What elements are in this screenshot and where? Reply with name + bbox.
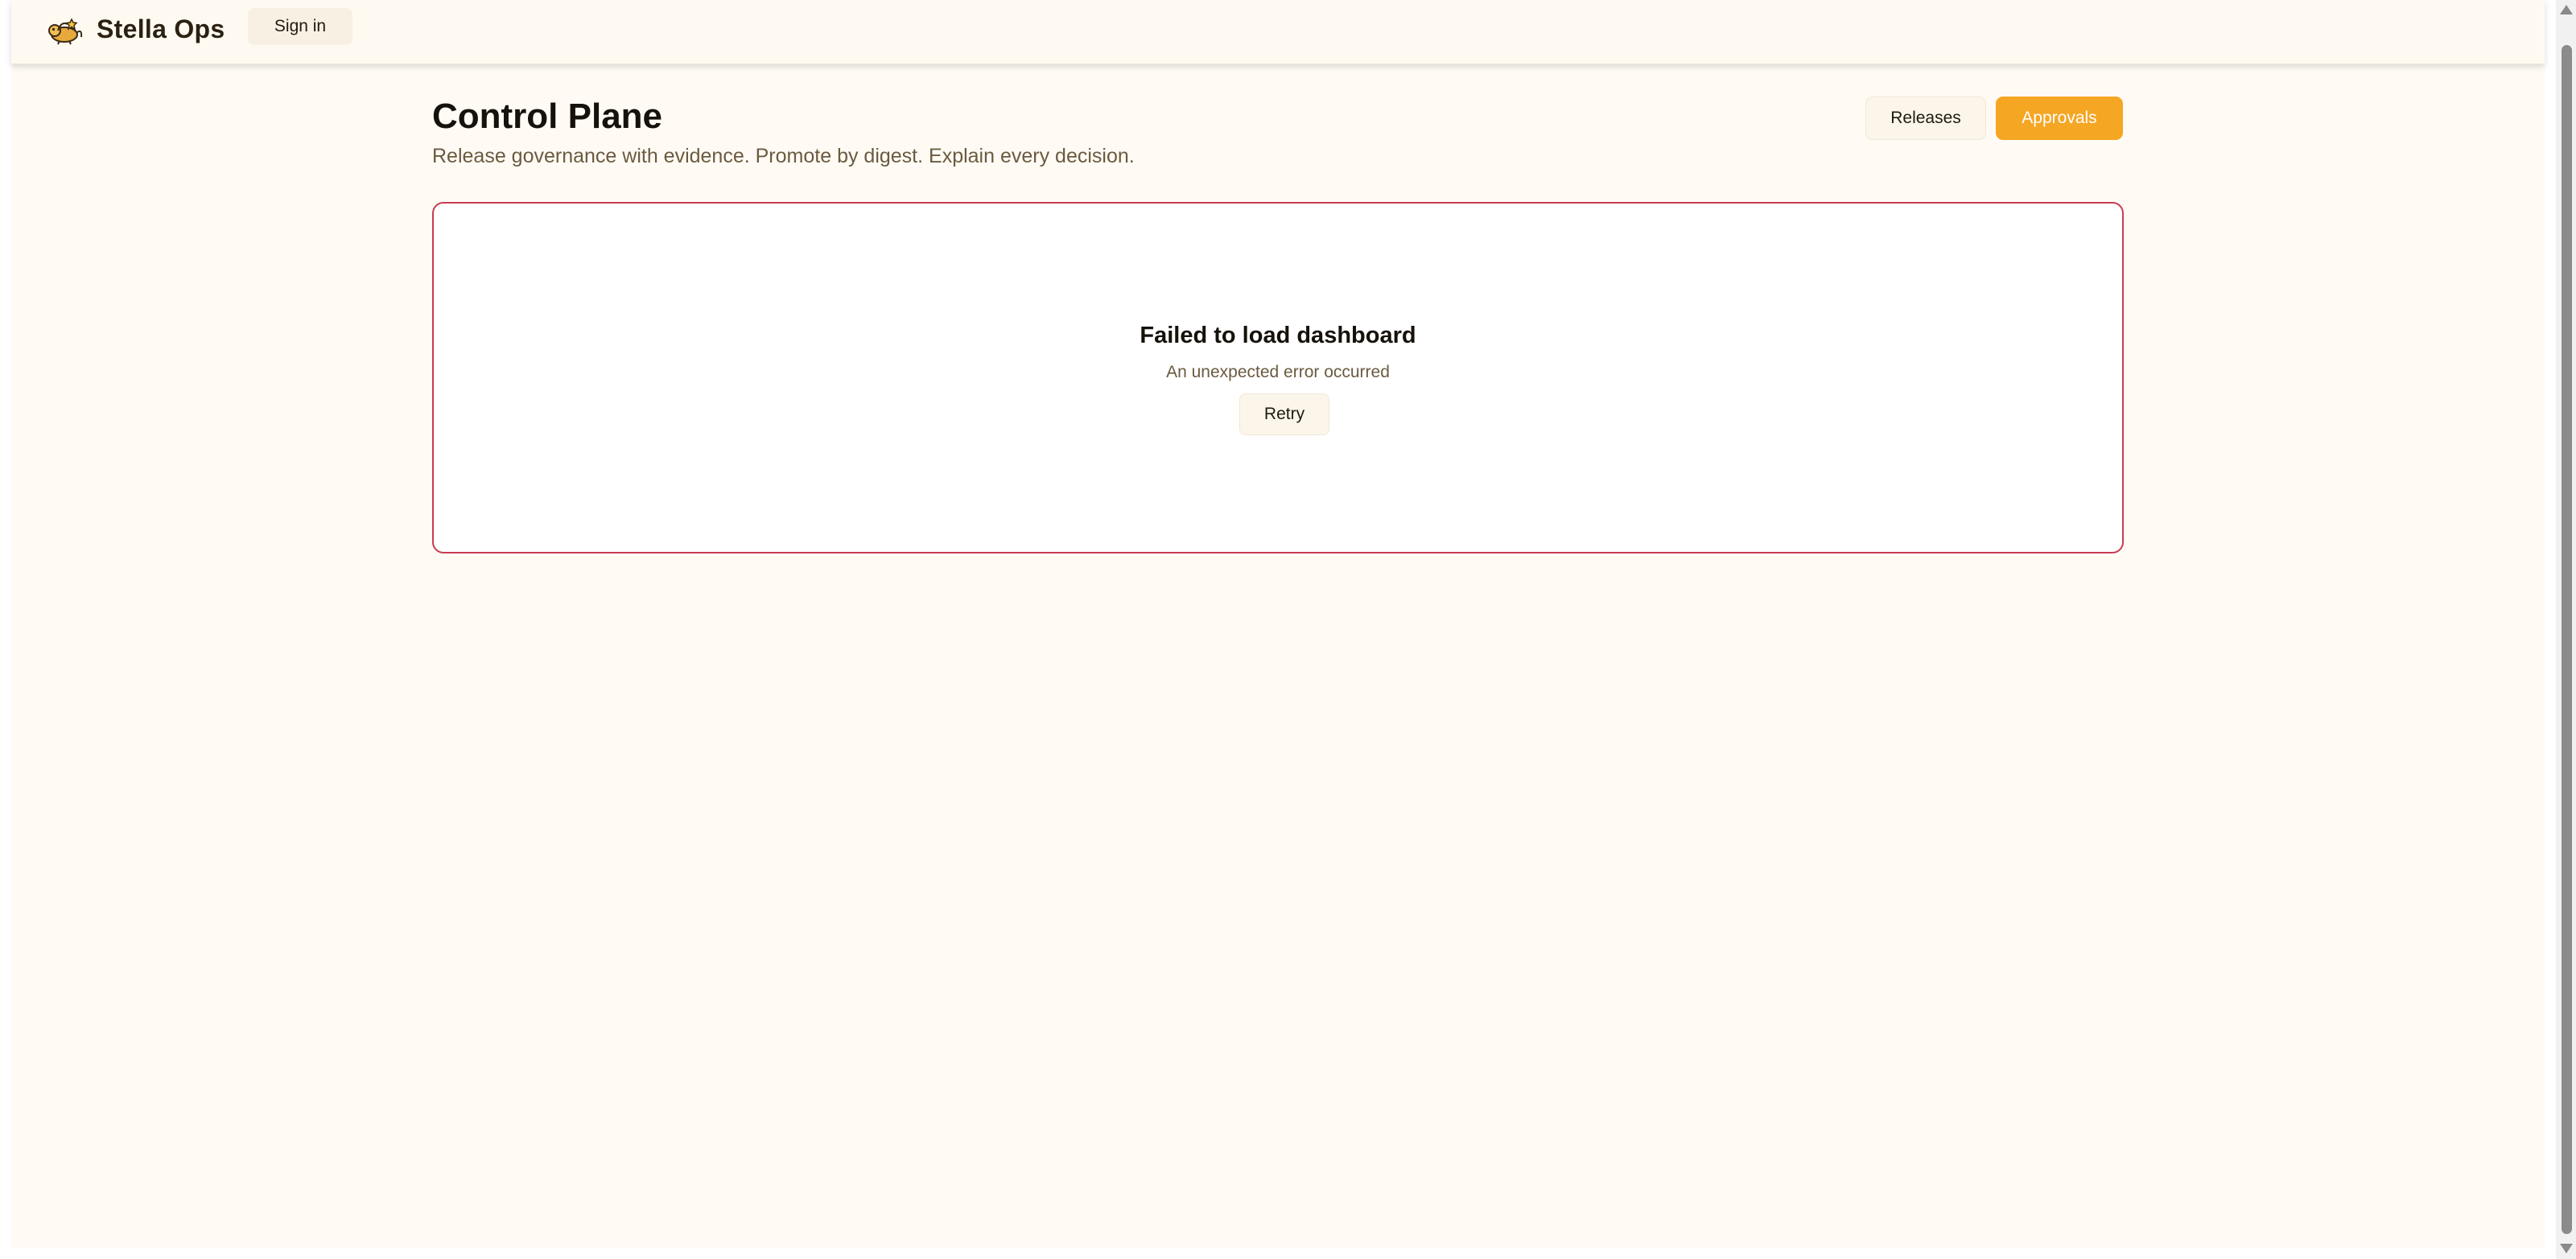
scroll-up-arrow-icon[interactable]: [2560, 5, 2573, 14]
brand-name: Stella Ops: [97, 14, 225, 43]
retry-button[interactable]: Retry: [1239, 393, 1329, 435]
releases-button[interactable]: Releases: [1865, 97, 1986, 140]
stella-logo-icon: [48, 18, 83, 45]
brand[interactable]: Stella Ops: [45, 8, 225, 50]
approvals-button[interactable]: Approvals: [1996, 97, 2123, 140]
page-title: Control Plane: [432, 97, 663, 136]
scroll-down-arrow-icon[interactable]: [2560, 1244, 2573, 1253]
app-viewport: Stella Ops Sign in Control Plane Release…: [11, 0, 2545, 1248]
dashboard-error-card: Failed to load dashboard An unexpected e…: [432, 202, 2124, 553]
top-navigation-bar: Stella Ops Sign in: [11, 0, 2545, 64]
scrollbar-thumb[interactable]: [2562, 45, 2572, 1234]
error-message: An unexpected error occurred: [1166, 363, 1390, 381]
error-title: Failed to load dashboard: [1140, 323, 1416, 348]
sign-in-button[interactable]: Sign in: [248, 8, 352, 45]
page-subtitle: Release governance with evidence. Promot…: [432, 145, 1135, 167]
vertical-scrollbar[interactable]: [2556, 0, 2576, 1259]
